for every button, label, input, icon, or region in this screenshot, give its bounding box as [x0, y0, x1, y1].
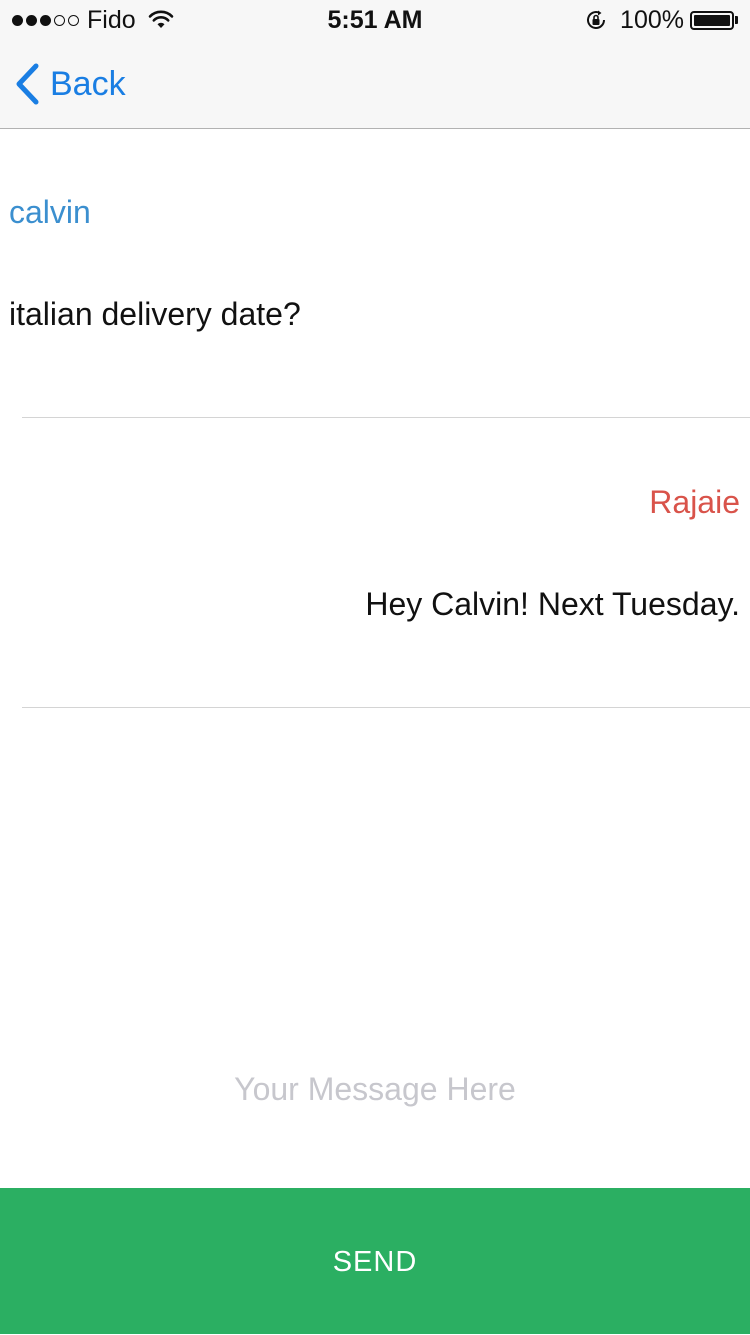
battery-icon — [690, 10, 738, 30]
message-sender: calvin — [9, 194, 91, 230]
battery-tip — [735, 16, 738, 24]
message-item: Rajaie Hey Calvin! Next Tuesday. — [0, 418, 750, 708]
back-label: Back — [50, 64, 126, 103]
message-text: Hey Calvin! Next Tuesday. — [365, 586, 740, 622]
battery-percent: 100% — [620, 5, 684, 34]
message-input[interactable] — [0, 1040, 750, 1138]
message-sender: Rajaie — [649, 484, 740, 520]
send-button[interactable]: SEND — [0, 1188, 750, 1334]
orientation-lock-icon — [584, 8, 608, 32]
navigation-bar: Back — [0, 40, 750, 129]
back-button[interactable]: Back — [14, 60, 126, 108]
message-divider — [22, 707, 750, 708]
battery-body — [690, 10, 734, 30]
message-composer — [0, 1040, 750, 1138]
status-bar: Fido 5:51 AM 100% — [0, 0, 750, 40]
status-right: 100% — [584, 4, 738, 36]
message-item: calvin italian delivery date? — [0, 128, 750, 418]
chevron-left-icon — [14, 63, 40, 105]
battery-fill — [694, 14, 730, 26]
message-text: italian delivery date? — [9, 296, 301, 332]
